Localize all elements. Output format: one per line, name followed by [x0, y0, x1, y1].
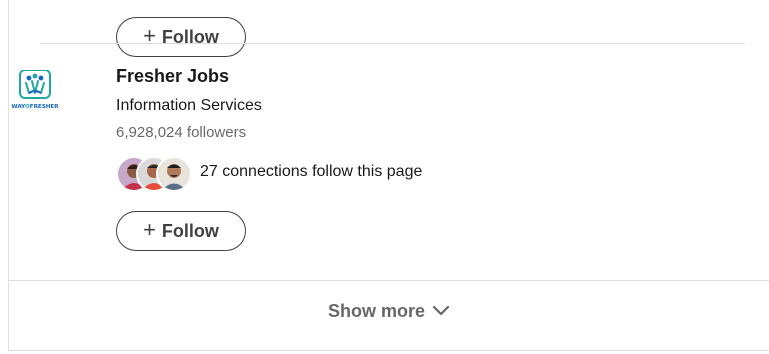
connection-avatars — [116, 156, 192, 192]
divider — [40, 43, 745, 44]
connections-follow-text: 27 connections follow this page — [200, 163, 423, 180]
follow-button-previous[interactable]: + Follow — [116, 17, 246, 57]
follower-count: 6,928,024 followers — [116, 124, 247, 141]
show-more-label: Show more — [327, 300, 425, 321]
chevron-down-icon — [433, 306, 449, 316]
company-logo[interactable]: WAYOFRESHER — [8, 70, 62, 110]
company-name-link[interactable]: Fresher Jobs — [116, 66, 229, 87]
plus-icon: + — [143, 217, 156, 242]
follow-button[interactable]: + Follow — [116, 211, 246, 251]
follow-label: Follow — [161, 26, 219, 47]
show-more-button[interactable]: Show more — [8, 281, 769, 341]
avatar — [156, 156, 192, 192]
follow-label: Follow — [161, 220, 219, 241]
svg-text:WAYOFRESHER: WAYOFRESHER — [11, 104, 59, 110]
company-industry: Information Services — [116, 97, 262, 114]
